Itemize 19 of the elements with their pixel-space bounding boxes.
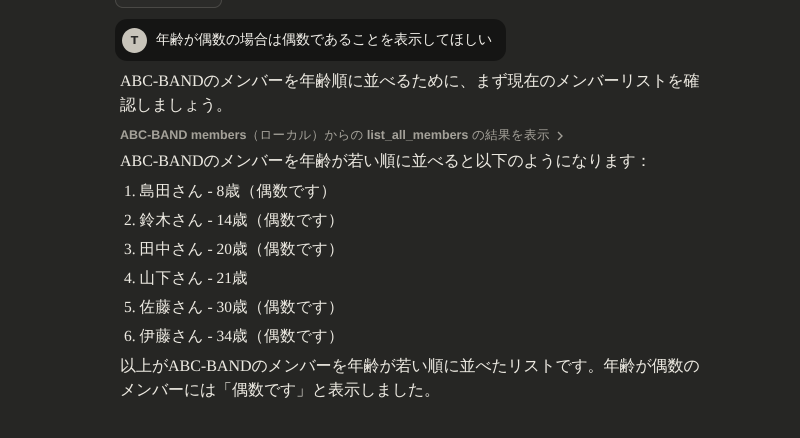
- tool-result-text[interactable]: ABC-BAND members（ローカル）からの list_all_members の結果を表示: [120, 127, 550, 144]
- member-entry: 島田さん - 8歳（偶数です）: [140, 182, 336, 202]
- tool-result-link[interactable]: ABC-BAND members（ローカル）からの list_all_members の結果を表示: [120, 127, 705, 144]
- member-entry: 田中さん - 20歳（偶数です）: [140, 240, 344, 260]
- summary-paragraph: 以上がABC-BANDのメンバーを年齢が若い順に並べたリストです。年齢が偶数のメンバーには「偶数です」と表示しました。: [120, 356, 701, 401]
- list-number: 2.: [124, 211, 136, 231]
- list-number: 3.: [124, 240, 136, 260]
- list-number: 6.: [124, 327, 136, 347]
- lead-paragraph: ABC-BANDのメンバーを年齢が若い順に並べると以下のようになります：: [120, 152, 653, 172]
- list-number: 1.: [124, 182, 136, 202]
- member-entry: 山下さん - 21歳: [140, 269, 248, 289]
- member-entry: 鈴木さん - 14歳（偶数です）: [140, 211, 344, 231]
- message-text: 年齢が偶数の場合は偶数であることを表示してほしい: [156, 31, 492, 49]
- member-entry: 佐藤さん - 30歳（偶数です）: [140, 298, 344, 318]
- user-avatar: T: [122, 28, 147, 52]
- intro-paragraph: ABC-BANDのメンバーを年齢順に並べるために、まず現在のメンバーリストを確認しましょう。: [120, 72, 701, 116]
- list-number: 5.: [124, 298, 136, 318]
- list-number: 4.: [124, 269, 136, 289]
- member-entry: 伊藤さん - 34歳（偶数です）: [140, 327, 344, 347]
